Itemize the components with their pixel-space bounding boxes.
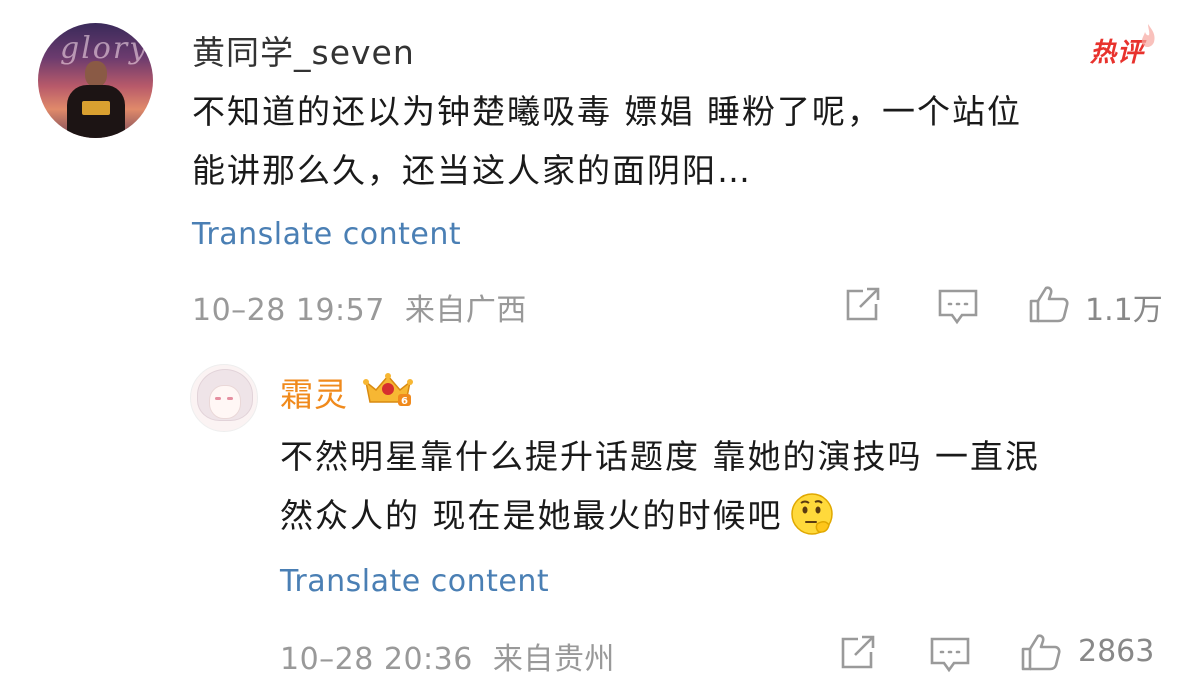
avatar-eye — [215, 397, 221, 400]
timestamp: 10–28 20:36 — [280, 642, 473, 677]
avatar-head — [85, 61, 107, 87]
translate-link[interactable]: Translate content — [280, 564, 549, 599]
like-icon[interactable] — [1028, 284, 1070, 324]
comment-icon[interactable] — [929, 636, 971, 674]
hot-comment-badge: 热评 — [1090, 24, 1160, 70]
avatar-decoration: glory — [60, 31, 149, 66]
comment-meta: 10–28 19:57 来自广西 — [192, 285, 527, 329]
share-icon[interactable] — [843, 286, 883, 324]
reply-text-line-content: 然众人的 现在是她最火的时候吧 — [280, 496, 783, 535]
share-icon[interactable] — [838, 634, 878, 672]
like-count: 2863 — [1078, 634, 1155, 669]
translate-link[interactable]: Translate content — [192, 217, 461, 252]
crown-badge-icon: 6 — [362, 372, 414, 408]
avatar[interactable] — [190, 364, 258, 432]
hot-badge-label: 热评 — [1090, 38, 1145, 68]
reply-meta: 10–28 20:36 来自贵州 — [280, 634, 615, 678]
reply-text-line: 然众人的 现在是她最火的时候吧 — [280, 486, 1040, 545]
flame-icon — [1141, 24, 1155, 48]
thinking-face-emoji — [790, 493, 833, 535]
location: 来自广西 — [404, 293, 527, 328]
like-count: 1.1万 — [1085, 293, 1163, 328]
avatar[interactable]: glory — [38, 23, 153, 138]
avatar-eye — [227, 397, 233, 400]
location: 来自贵州 — [492, 642, 615, 677]
comment-text-line: 不知道的还以为钟楚曦吸毒 嫖娼 睡粉了呢，一个站位 — [192, 92, 1022, 131]
reply-text: 不然明星靠什么提升话题度 靠她的演技吗 一直泯 然众人的 现在是她最火的时候吧 — [280, 427, 1040, 545]
avatar-shirt-print — [82, 101, 110, 115]
reply-text-line: 不然明星靠什么提升话题度 靠她的演技吗 一直泯 — [280, 437, 1040, 476]
like-icon[interactable] — [1020, 632, 1062, 672]
avatar-face — [209, 385, 241, 419]
comment-icon[interactable] — [937, 288, 979, 326]
timestamp: 10–28 19:57 — [192, 293, 385, 328]
svg-text:6: 6 — [401, 396, 408, 407]
comment-text-line: 能讲那么久，还当这人家的面阴阳… — [192, 151, 752, 190]
comment-text: 不知道的还以为钟楚曦吸毒 嫖娼 睡粉了呢，一个站位 能讲那么久，还当这人家的面阴… — [192, 82, 1022, 200]
comment-username[interactable]: 黄同学_seven — [192, 26, 415, 74]
reply-username[interactable]: 霜灵 — [280, 368, 348, 416]
